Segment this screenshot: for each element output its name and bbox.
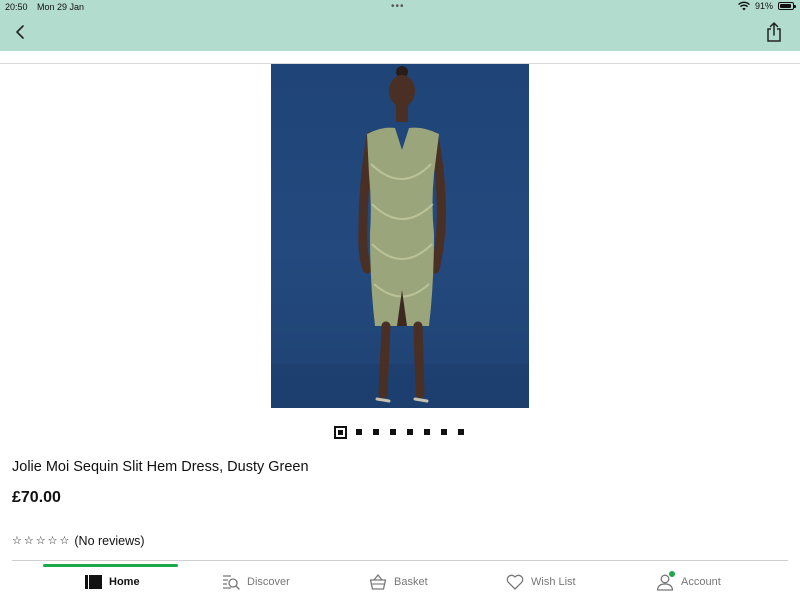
product-rating[interactable]: ☆ ☆ ☆ ☆ ☆ (No reviews) bbox=[12, 534, 145, 548]
carousel-dot[interactable] bbox=[424, 429, 430, 435]
tab-account[interactable]: Account bbox=[656, 571, 721, 593]
multitasking-dots[interactable]: ••• bbox=[391, 1, 405, 12]
status-indicators: 91% bbox=[738, 1, 796, 11]
account-notification-dot bbox=[669, 571, 675, 577]
battery-icon bbox=[778, 2, 796, 10]
star-outline-icon: ☆ bbox=[23, 534, 34, 547]
share-button[interactable] bbox=[764, 21, 784, 43]
product-price: £70.00 bbox=[12, 489, 61, 506]
heart-icon bbox=[506, 573, 524, 591]
star-outline-icon: ☆ bbox=[59, 534, 70, 547]
share-icon bbox=[767, 22, 781, 42]
basket-icon bbox=[369, 573, 387, 591]
rating-stars: ☆ ☆ ☆ ☆ ☆ bbox=[12, 534, 70, 547]
tab-discover-label: Discover bbox=[247, 576, 290, 588]
tab-basket[interactable]: Basket bbox=[369, 571, 428, 593]
status-date: Mon 29 Jan bbox=[37, 2, 85, 12]
carousel-dot[interactable] bbox=[441, 429, 447, 435]
status-bar: 20:50 Mon 29 Jan ••• 91% bbox=[0, 0, 800, 14]
star-outline-icon: ☆ bbox=[35, 534, 46, 547]
tab-wish-list-label: Wish List bbox=[531, 576, 576, 588]
product-title: Jolie Moi Sequin Slit Hem Dress, Dusty G… bbox=[12, 459, 309, 475]
chevron-left-icon bbox=[16, 25, 24, 39]
reviews-count[interactable]: (No reviews) bbox=[74, 534, 144, 548]
carousel-dot[interactable] bbox=[373, 429, 379, 435]
tab-discover[interactable]: Discover bbox=[222, 571, 290, 593]
image-carousel-indicators bbox=[334, 425, 475, 439]
dress-model-photo bbox=[271, 66, 529, 408]
home-icon bbox=[84, 573, 102, 591]
status-time: 20:50 bbox=[5, 2, 28, 12]
carousel-dot[interactable] bbox=[458, 429, 464, 435]
back-button[interactable] bbox=[10, 22, 30, 42]
discover-search-icon bbox=[222, 573, 240, 591]
carousel-dot[interactable] bbox=[356, 429, 362, 435]
battery-percent: 91% bbox=[754, 1, 773, 11]
battery-level bbox=[780, 4, 791, 8]
tab-basket-label: Basket bbox=[394, 576, 428, 588]
tab-wish-list[interactable]: Wish List bbox=[506, 571, 576, 593]
bottom-tab-bar: Home Discover Basket Wish List Account bbox=[0, 561, 800, 600]
account-icon bbox=[656, 571, 675, 591]
active-tab-indicator bbox=[43, 564, 178, 567]
app-header: 20:50 Mon 29 Jan ••• 91% bbox=[0, 0, 800, 51]
star-outline-icon: ☆ bbox=[12, 534, 22, 547]
carousel-dot[interactable] bbox=[390, 429, 396, 435]
carousel-dot[interactable] bbox=[407, 429, 413, 435]
star-outline-icon: ☆ bbox=[47, 534, 58, 547]
product-image[interactable] bbox=[271, 64, 529, 408]
tab-account-label: Account bbox=[681, 576, 721, 588]
carousel-dot[interactable] bbox=[334, 425, 347, 439]
tab-home-label: Home bbox=[109, 576, 140, 588]
wifi-icon bbox=[738, 1, 750, 11]
tab-home[interactable]: Home bbox=[84, 571, 140, 593]
